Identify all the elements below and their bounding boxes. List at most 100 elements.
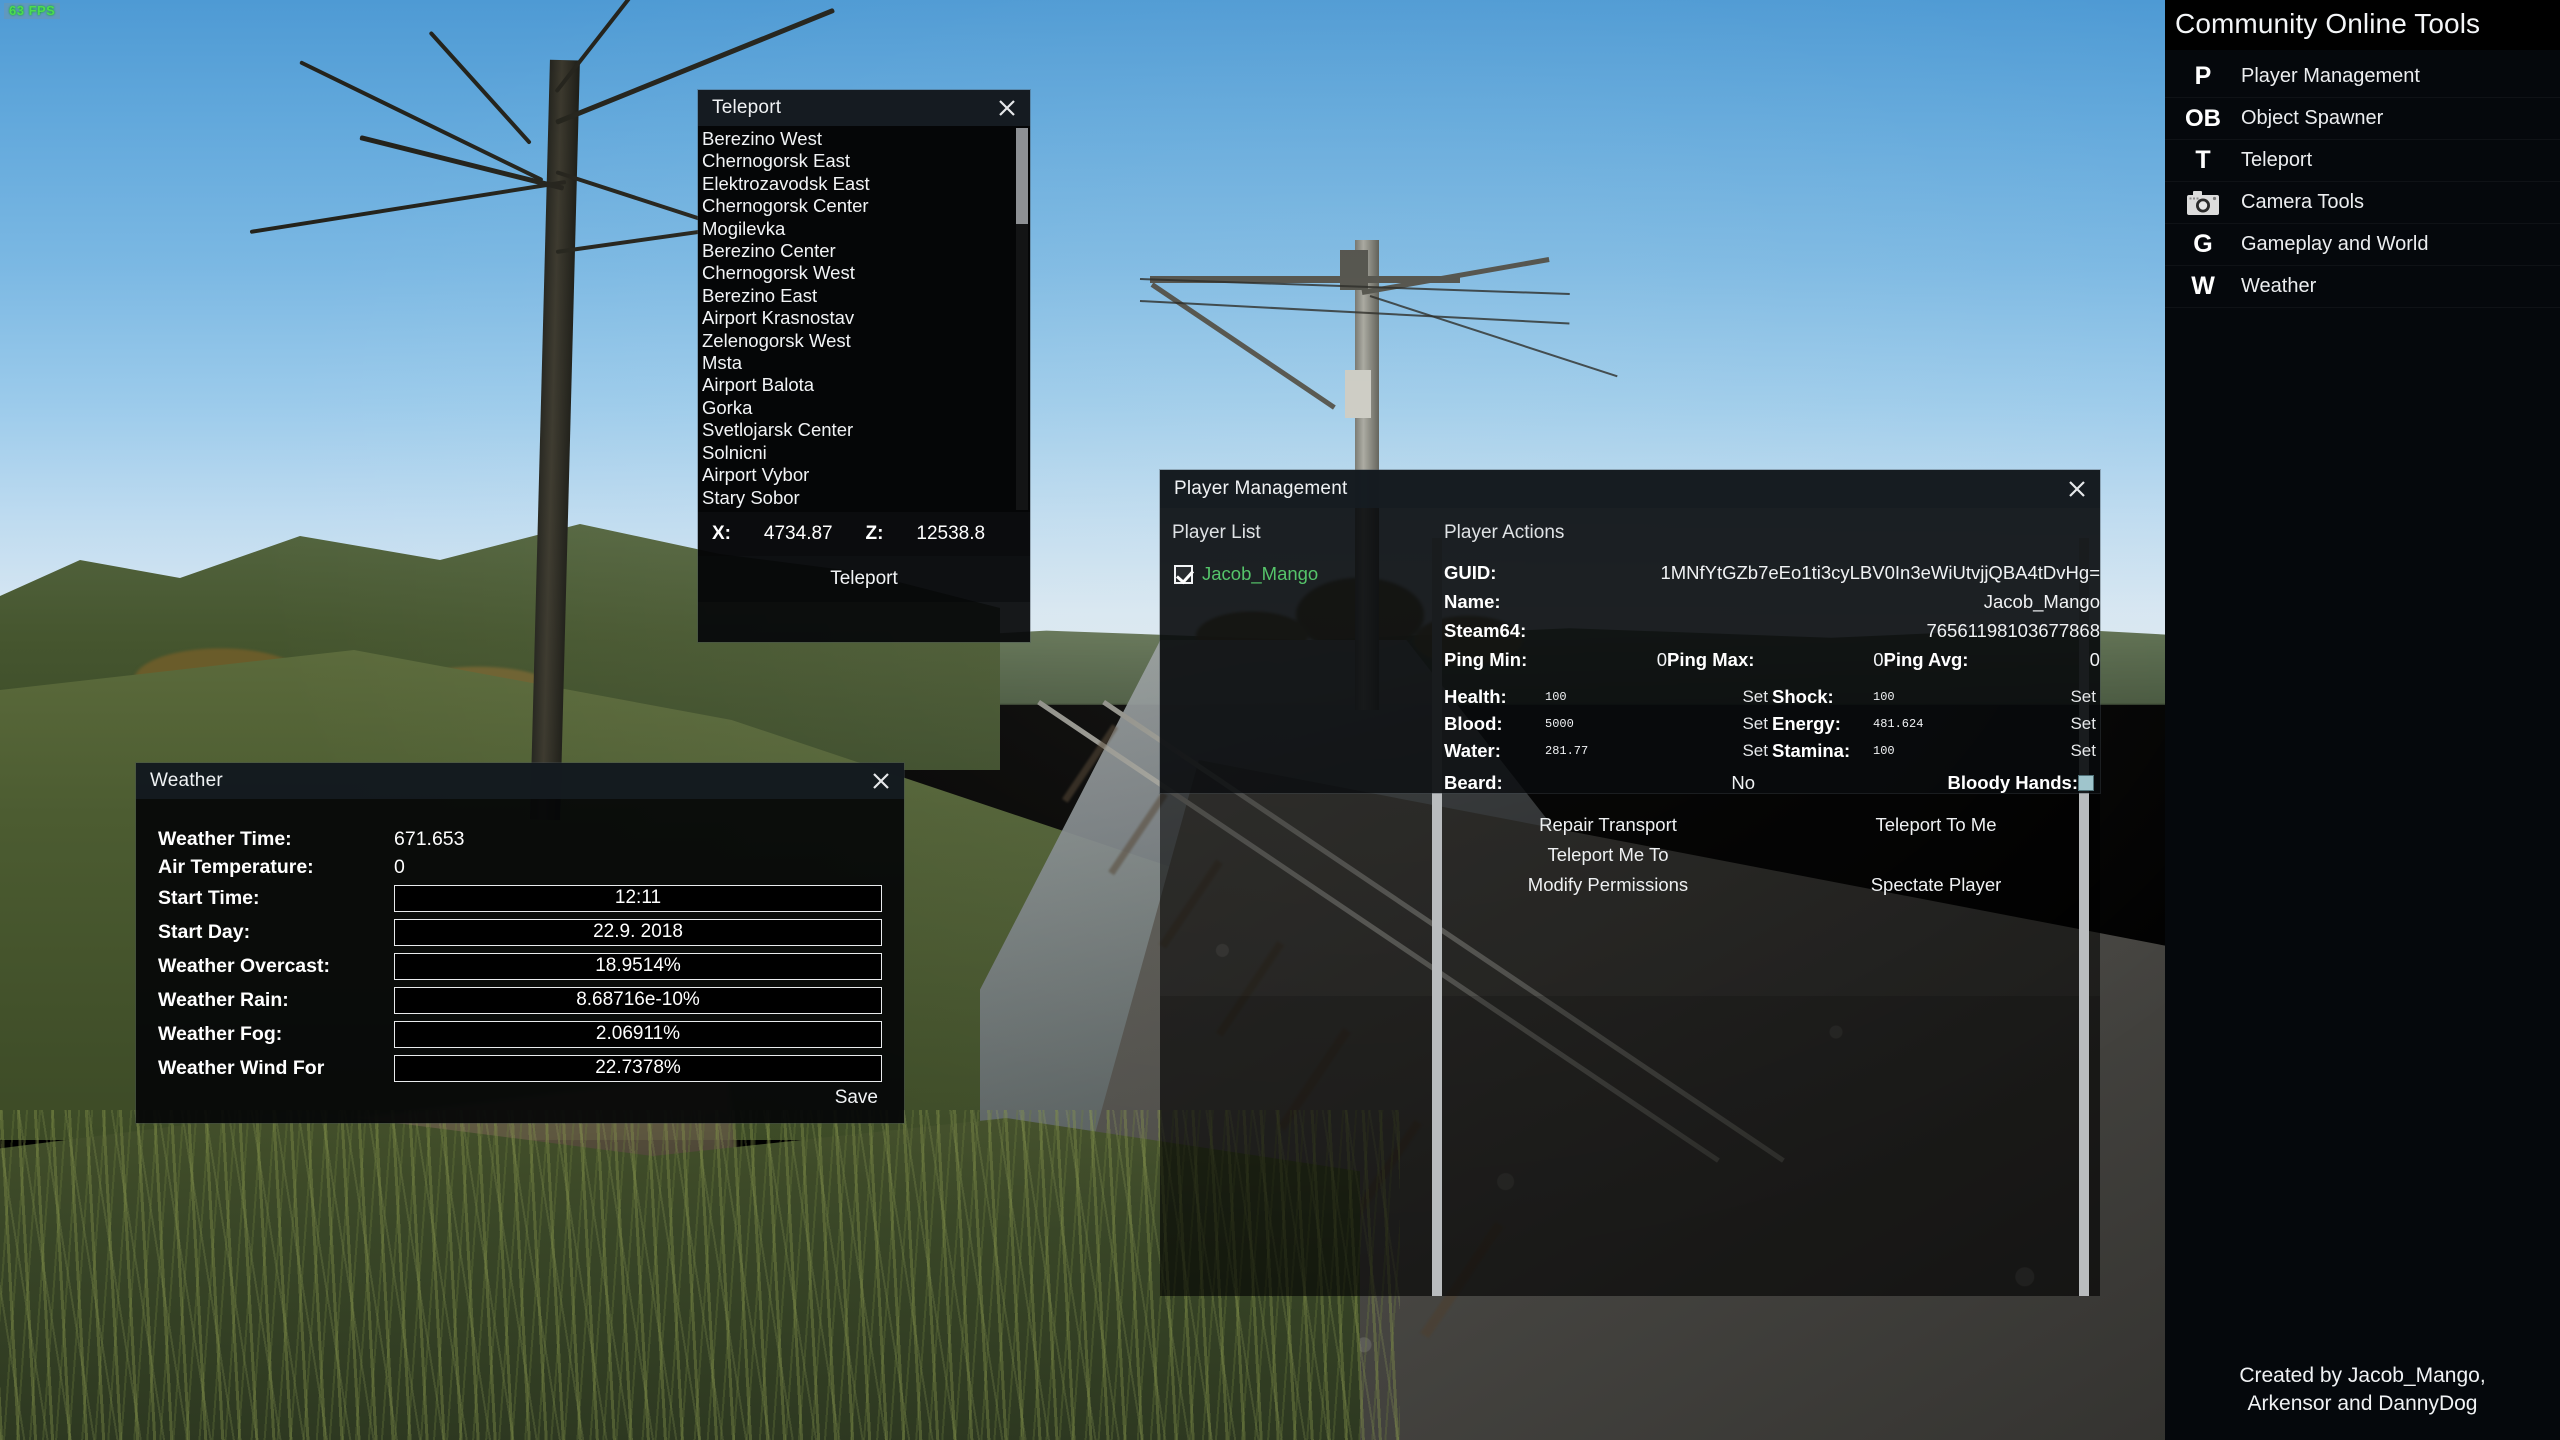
stat-value-input[interactable]: 100 [1867,744,2070,758]
player-stat-row: Health: 100 Set Shock: 100 Set [1444,684,2100,710]
weather-field-input[interactable]: 12:11 [394,884,882,912]
teleport-x-value[interactable]: 4734.87 [731,523,866,545]
bloody-hands-checkbox[interactable] [2078,775,2094,791]
teleport-location-item[interactable]: Airport Vybor [698,464,1030,486]
teleport-location-item[interactable]: Zelenogorsk West [698,330,1030,352]
pole-arm [1340,250,1368,290]
teleport-z-value[interactable]: 12538.8 [883,523,1018,545]
cot-sidebar: Community Online Tools P Player Managemen… [2165,0,2560,1440]
ping-row: Ping Min: 0 Ping Max: 0 Ping Avg: 0 [1444,649,2100,671]
player-management-window: Player Management Player List Jacob_Mang… [1160,470,2100,895]
player-stat-cell: Blood: 5000 Set [1444,713,1772,735]
weather-static-row: Air Temperature: 0 [158,853,882,881]
letter-g-icon: G [2193,230,2213,258]
teleport-button[interactable]: Teleport [698,556,1030,602]
stat-value-input[interactable]: 481.624 [1867,717,2070,731]
player-selected-checkbox[interactable] [1174,564,1193,584]
teleport-location-item[interactable]: Gorka [698,397,1030,419]
sidebar-item-label: Object Spawner [2241,107,2384,129]
player-actions-heading: Player Actions [1444,522,1565,543]
letter-ob-icon: OB [2185,104,2221,132]
weather-field-input[interactable]: 2.06911% [394,1020,882,1048]
weather-field-input[interactable]: 18.9514% [394,952,882,980]
player-list-column: Player List Jacob_Mango [1160,508,1428,793]
stat-value-input[interactable]: 100 [1867,690,2070,704]
teleport-location-item[interactable]: Chernogorsk East [698,150,1030,172]
teleport-location-item[interactable]: Mogilevka [698,218,1030,240]
player-action-row: Repair Transport Teleport To Me [1444,810,2100,840]
teleport-location-item[interactable]: Airport Balota [698,374,1030,396]
teleport-location-item[interactable]: Chernogorsk West [698,262,1030,284]
weather-field-row: Weather Rain: 8.68716e-10% [158,983,882,1017]
teleport-location-item[interactable]: Solnicni [698,442,1030,464]
player-action-button[interactable]: Spectate Player [1772,874,2100,896]
stat-value-input[interactable]: 100 [1539,690,1742,704]
weather-field-input[interactable]: 22.9. 2018 [394,918,882,946]
player-stat-cell: Water: 281.77 Set [1444,740,1772,762]
weather-save-button[interactable]: Save [835,1087,878,1109]
player-action-button[interactable]: Teleport To Me [1772,814,2100,836]
sidebar-item-player-management[interactable]: P Player Management [2165,56,2560,98]
stat-label: Shock: [1772,686,1834,707]
teleport-scrollbar[interactable] [1016,128,1028,510]
sidebar-item-weather[interactable]: W Weather [2165,266,2560,308]
stat-value-input[interactable]: 281.77 [1539,744,1742,758]
player-stat-cell: Stamina: 100 Set [1772,740,2100,762]
stat-set-button[interactable]: Set [2070,714,2100,734]
weather-static-label: Air Temperature: [158,855,314,878]
teleport-location-item[interactable]: Berezino East [698,285,1030,307]
close-icon[interactable] [2064,476,2090,502]
weather-field-input[interactable]: 8.68716e-10% [394,986,882,1014]
ping-avg-field: Ping Avg: 0 [1884,649,2100,671]
teleport-location-item[interactable]: Stary Sobor [698,487,1030,509]
stat-set-button[interactable]: Set [1742,714,1772,734]
ping-max-field: Ping Max: 0 [1667,649,1883,671]
weather-field-input[interactable]: 22.7378% [394,1054,882,1082]
beard-and-bloody-hands-row: Beard: No Bloody Hands: [1444,768,2100,798]
guid-label: GUID: [1444,562,1497,583]
stat-set-button[interactable]: Set [2070,741,2100,761]
weather-field-label: Start Time: [158,886,260,909]
close-icon[interactable] [868,768,894,794]
teleport-location-item[interactable]: Svetlojarsk Center [698,419,1030,441]
ping-min-label: Ping Min: [1444,649,1528,670]
stat-set-button[interactable]: Set [2070,687,2100,707]
teleport-location-item[interactable]: Berezino Center [698,240,1030,262]
sidebar-item-object-spawner[interactable]: OB Object Spawner [2165,98,2560,140]
weather-static-value: 0 [394,855,405,878]
player-stat-row: Blood: 5000 Set Energy: 481.624 Set [1444,711,2100,737]
teleport-location-item[interactable]: Msta [698,352,1030,374]
weather-window: Weather Weather Time: 671.653 Air Temperat… [136,763,904,1123]
player-list-heading: Player List [1172,522,1261,543]
sidebar-item-teleport[interactable]: T Teleport [2165,140,2560,182]
stat-set-button[interactable]: Set [1742,741,1772,761]
teleport-location-item[interactable]: Elektrozavodsk Center [698,509,1030,512]
player-action-button[interactable]: Teleport Me To [1444,844,1772,866]
sidebar-item-gameplay-and-world[interactable]: G Gameplay and World [2165,224,2560,266]
sidebar-item-label: Player Management [2241,65,2420,87]
player-action-buttons: Repair Transport Teleport To Me Teleport M… [1444,810,2100,900]
teleport-location-item[interactable]: Berezino West [698,128,1030,150]
close-icon[interactable] [994,95,1020,121]
player-action-button[interactable]: Modify Permissions [1444,874,1772,896]
weather-static-row: Weather Time: 671.653 [158,825,882,853]
sidebar-item-label: Camera Tools [2241,191,2365,213]
stat-value-input[interactable]: 5000 [1539,717,1742,731]
stat-label: Stamina: [1772,740,1851,761]
teleport-location-list[interactable]: Berezino West Chernogorsk East Elektrozavo… [698,126,1030,512]
player-list-item[interactable]: Jacob_Mango [1172,562,1428,586]
teleport-location-item[interactable]: Elektrozavodsk East [698,173,1030,195]
teleport-scroll-thumb[interactable] [1016,128,1028,224]
teleport-location-item[interactable]: Chernogorsk Center [698,195,1030,217]
teleport-location-item[interactable]: Airport Krasnostav [698,307,1030,329]
stat-label: Health: [1444,686,1507,707]
teleport-title: Teleport [712,97,782,118]
pole-insulator-box [1345,370,1371,418]
teleport-coordinates: X: 4734.87 Z: 12538.8 [698,512,1030,556]
player-action-button[interactable]: Repair Transport [1444,814,1772,836]
weather-field-label: Start Day: [158,920,251,943]
beard-value[interactable]: No [1539,772,1947,794]
sidebar-item-label: Teleport [2241,149,2313,171]
stat-set-button[interactable]: Set [1742,687,1772,707]
sidebar-item-camera-tools[interactable]: Camera Tools [2165,182,2560,224]
